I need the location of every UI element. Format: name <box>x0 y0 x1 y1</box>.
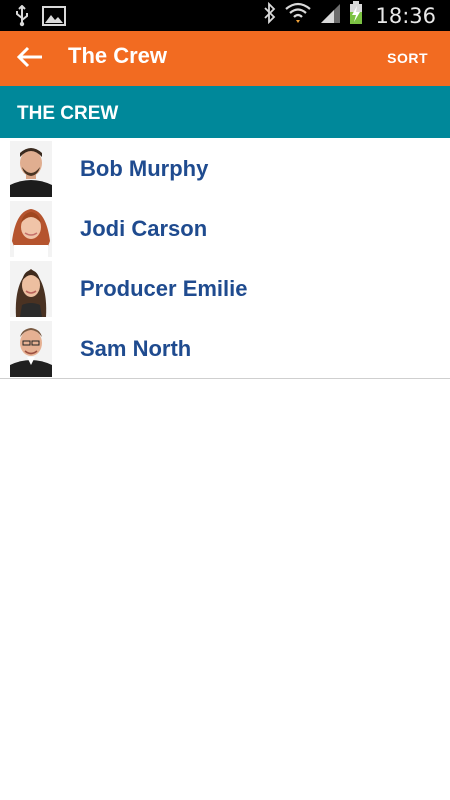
bluetooth-icon <box>263 1 277 29</box>
list-item[interactable]: Sam North <box>0 318 450 378</box>
crew-name: Jodi Carson <box>80 216 208 241</box>
crew-name: Sam North <box>80 336 192 361</box>
avatar <box>10 201 52 257</box>
section-header: THE CREW <box>0 86 450 138</box>
list-item[interactable]: Jodi Carson <box>0 198 450 258</box>
battery-charging-icon <box>349 1 363 30</box>
list-divider <box>0 378 450 379</box>
avatar <box>10 321 52 377</box>
arrow-left-icon <box>16 46 44 73</box>
back-button[interactable] <box>10 39 50 79</box>
status-bar: 18:36 <box>0 0 450 31</box>
usb-icon <box>14 4 30 32</box>
image-notification-icon <box>42 6 66 31</box>
crew-list: Bob Murphy Jodi Carson Producer Emilie S… <box>0 138 450 378</box>
avatar <box>10 141 52 197</box>
list-item[interactable]: Bob Murphy <box>0 138 450 198</box>
clock: 18:36 <box>375 3 436 28</box>
wifi-icon <box>285 2 312 29</box>
crew-name: Bob Murphy <box>80 156 209 181</box>
section-title: THE CREW <box>17 103 119 124</box>
page-title: The Crew <box>68 43 168 68</box>
sort-button[interactable]: SORT <box>387 50 428 66</box>
signal-icon <box>319 2 341 29</box>
crew-name: Producer Emilie <box>80 276 248 301</box>
action-bar: The Crew SORT <box>0 31 450 86</box>
list-item[interactable]: Producer Emilie <box>0 258 450 318</box>
avatar <box>10 261 52 317</box>
